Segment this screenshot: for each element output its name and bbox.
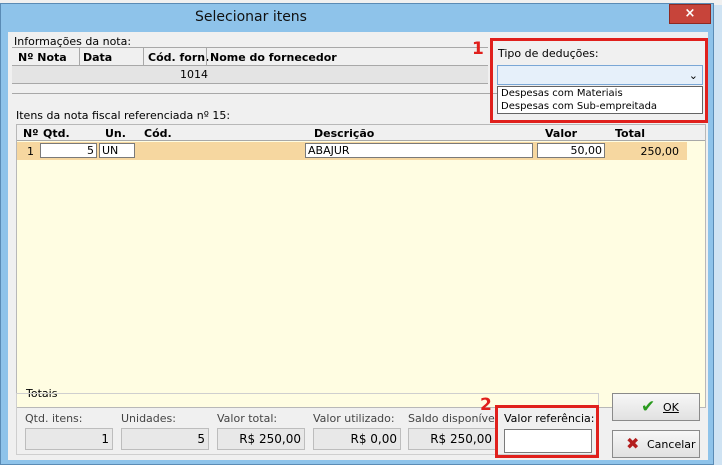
nota-grid-row[interactable]: 1014 [12,66,488,83]
nota-header-cod-forn: Cód. forn. [148,51,210,64]
deducoes-option-sub-empreitada[interactable]: Despesas com Sub-empreitada [498,100,702,113]
qtd-itens-field: 1 [25,428,113,450]
close-icon: ✖ [626,434,640,453]
itens-header-un: Un. [105,127,126,140]
itens-header-descricao: Descrição [314,127,375,140]
itens-grid[interactable]: Nº Qtd. Un. Cód. Descrição Valor Total 1… [16,124,706,408]
qtd-itens-label: Qtd. itens: [25,412,83,425]
marker-2: 2 [480,395,492,415]
dialog-client-area: Informações da nota: Nº Nota Data Cód. f… [8,32,708,460]
window-title: Selecionar itens [195,9,307,25]
itens-header-qtd: Qtd. [43,127,70,140]
item-total-value: 250,00 [640,145,680,158]
itens-header-num: Nº [23,127,39,140]
item-qtd-input[interactable]: 5 [40,143,97,158]
valor-total-field: R$ 250,00 [217,428,305,450]
deducoes-label: Tipo de deduções: [498,47,599,60]
ok-button-label: OK [663,401,679,414]
chevron-down-icon[interactable]: ⌄ [689,69,698,82]
valor-referencia-label: Valor referência: [504,412,595,425]
ok-button[interactable]: ✔ OK [612,393,700,421]
nota-cod-forn-value: 1014 [180,68,208,81]
item-descricao-input[interactable]: ABAJUR [305,143,533,158]
nota-grid-bottom-line [12,83,488,84]
deducoes-dropdown-list: Despesas com Materiais Despesas com Sub-… [497,86,703,114]
valor-utilizado-field: R$ 0,00 [313,428,401,450]
marker-1: 1 [472,39,484,59]
saldo-disponivel-field: R$ 250,00 [408,428,496,450]
item-un-input[interactable]: UN [99,143,135,158]
close-button[interactable]: × [669,4,711,24]
itens-section-label: Itens da nota fiscal referenciada nº 15: [16,109,231,122]
valor-referencia-input[interactable] [504,429,592,453]
checkmark-icon: ✔ [641,397,656,417]
cancel-button[interactable]: ✖ Cancelar [612,430,700,458]
valor-utilizado-label: Valor utilizado: [313,412,395,425]
table-row[interactable]: 1 5 UN ABAJUR 50,00 250,00 [17,142,687,160]
deducoes-option-materiais[interactable]: Despesas com Materiais [498,87,702,100]
unidades-label: Unidades: [121,412,176,425]
deducoes-combobox[interactable]: ⌄ [497,65,703,85]
title-bar[interactable]: Selecionar itens × [1,4,713,32]
item-valor-input[interactable]: 50,00 [537,143,605,158]
dialog-window: Selecionar itens × Informações da nota: … [0,3,714,465]
valor-total-label: Valor total: [217,412,278,425]
itens-header-valor: Valor [545,127,578,140]
itens-header-total: Total [615,127,646,140]
unidades-field: 5 [121,428,209,450]
itens-header-cod: Cód. [144,127,172,140]
cancel-button-label: Cancelar [647,438,696,451]
nota-header-data: Data [83,51,113,64]
nota-grid-top-line [12,47,488,48]
item-num: 1 [27,145,34,158]
nota-header-numero: Nº Nota [18,51,67,64]
nota-header-nome-forn: Nome do fornecedor [210,51,337,64]
itens-grid-header: Nº Qtd. Un. Cód. Descrição Valor Total [17,125,705,141]
